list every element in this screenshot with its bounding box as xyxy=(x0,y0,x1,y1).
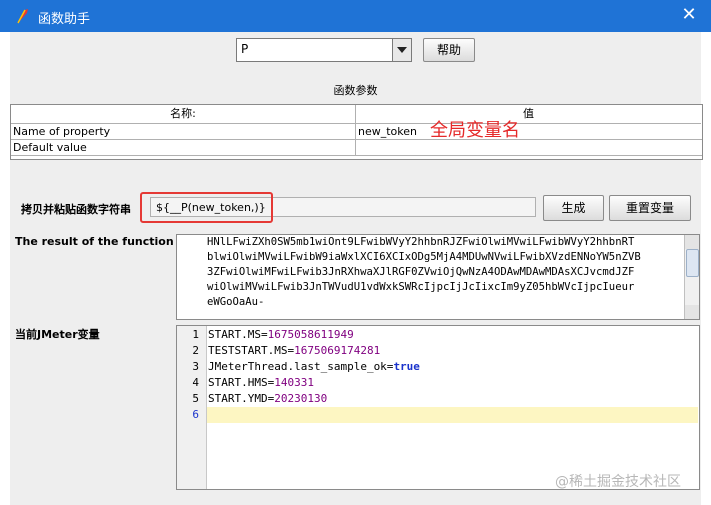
result-label: The result of the function is xyxy=(15,235,188,248)
var-key: JMeterThread.last_sample_ok= xyxy=(208,360,394,373)
result-line: HNlLFwiZXh0SW5mb1wiOnt9LFwibWVyY2hhbnRJZ… xyxy=(207,236,635,248)
var-value: true xyxy=(393,360,420,373)
line-number: 2 xyxy=(192,344,199,357)
params-table: 名称: 值 Name of property new_token Default… xyxy=(10,104,703,160)
help-button[interactable]: 帮助 xyxy=(423,38,475,62)
table-cell-value[interactable] xyxy=(356,140,702,156)
close-icon[interactable]: ✕ xyxy=(679,5,699,25)
scroll-down-button[interactable] xyxy=(685,305,699,319)
code-line: START.MS=1675058611949 xyxy=(208,327,354,343)
feather-icon xyxy=(14,7,32,25)
function-select[interactable]: P xyxy=(236,38,412,62)
code-line: JMeterThread.last_sample_ok=true xyxy=(208,359,420,375)
generate-button[interactable]: 生成 xyxy=(543,195,604,221)
column-header-value[interactable]: 值 xyxy=(356,105,701,124)
chevron-down-icon[interactable] xyxy=(392,39,411,61)
line-number: 4 xyxy=(192,376,199,389)
code-line: START.HMS=140331 xyxy=(208,375,314,391)
scroll-thumb[interactable] xyxy=(686,249,699,277)
line-number: 1 xyxy=(192,328,199,341)
window-title: 函数助手 xyxy=(38,12,91,27)
var-key: TESTSTART.MS= xyxy=(208,344,295,357)
params-section-title: 函数参数 xyxy=(333,84,378,97)
reset-variables-button[interactable]: 重置变量 xyxy=(609,195,691,221)
var-key: START.MS= xyxy=(208,328,268,341)
result-textarea[interactable]: HNlLFwiZXh0SW5mb1wiOnt9LFwibWVyY2hhbnRJZ… xyxy=(176,234,700,320)
line-number: 6 xyxy=(192,408,199,421)
result-line: eWGoOaAu- xyxy=(207,296,265,308)
code-line: TESTSTART.MS=1675069174281 xyxy=(208,343,380,359)
copy-string-label: 拷贝并粘贴函数字符串 xyxy=(21,203,131,216)
var-value: 1675069174281 xyxy=(294,344,381,357)
watermark: @稀土掘金技术社区 xyxy=(555,474,681,490)
code-line: START.YMD=20230130 xyxy=(208,391,327,407)
line-number: 3 xyxy=(192,360,199,373)
var-key: START.YMD= xyxy=(208,392,275,405)
var-value: 140331 xyxy=(274,376,314,389)
jmeter-vars-label: 当前JMeter变量 xyxy=(15,328,100,341)
var-value: 1675058611949 xyxy=(267,328,354,341)
var-value: 20230130 xyxy=(274,392,328,405)
dialog-content: P 帮助 函数参数 名称: 值 Name of property new_tok… xyxy=(10,32,703,505)
line-number-gutter: 1 2 3 4 5 6 xyxy=(177,326,207,489)
function-helper-dialog: 函数助手 ✕ P 帮助 函数参数 名称: 值 Name of property … xyxy=(0,0,711,505)
jmeter-vars-editor[interactable]: 1 2 3 4 5 6 START.MS=1675058611949 TESTS… xyxy=(176,325,700,490)
function-select-value: P xyxy=(241,42,249,56)
line-number: 5 xyxy=(192,392,199,405)
title-bar[interactable]: 函数助手 ✕ xyxy=(0,0,711,32)
result-scrollbar[interactable] xyxy=(684,235,699,319)
column-header-name[interactable]: 名称: xyxy=(11,105,356,124)
current-line-highlight xyxy=(207,407,698,423)
table-cell-value[interactable]: new_token xyxy=(356,124,702,140)
highlight-box xyxy=(140,192,273,223)
scroll-up-button[interactable] xyxy=(685,235,699,249)
result-line: wiOlwiMVwiLFwib3JnTWVudU1vdWxkSWRcIjpcIj… xyxy=(207,281,635,293)
global-variable-annotation: 全局变量名 xyxy=(430,120,520,141)
result-line: 3ZFwiOlwiMFwiLFwib3JnRXhwaXJlRGF0ZVwiOjQ… xyxy=(207,266,635,278)
table-cell-name[interactable]: Default value xyxy=(11,140,356,156)
table-cell-name[interactable]: Name of property xyxy=(11,124,356,140)
result-line: blwiOlwiMVwiLFwibW9iaWxlXCI6XCIxODg5MjA4… xyxy=(207,251,641,263)
var-key: START.HMS= xyxy=(208,376,275,389)
